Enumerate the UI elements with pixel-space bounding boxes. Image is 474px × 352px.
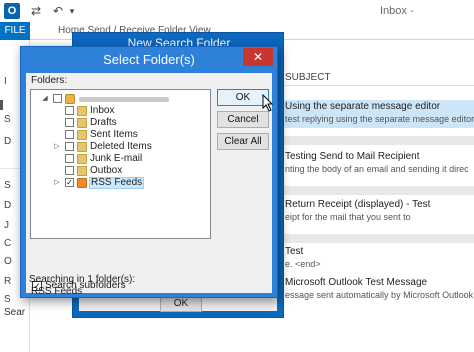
rss-feeds-checkbox[interactable]: ✓ — [65, 178, 74, 187]
message-preview: eipt for the mail that you sent to — [285, 212, 411, 222]
searching-value: RSS Feeds — [31, 286, 83, 297]
message-list: SUBJECT Using the separate message edito… — [277, 40, 474, 352]
message-preview: nting the body of an email and sending i… — [285, 164, 469, 174]
junk-icon — [77, 154, 87, 164]
deleted-items-checkbox[interactable] — [65, 142, 74, 151]
tree-label: Inbox — [90, 105, 115, 116]
folder-tree[interactable]: ◢ Inbox Drafts Sent Items ▷ Deleted Item… — [30, 89, 211, 239]
close-button[interactable]: ✕ — [243, 48, 273, 66]
tree-row-sent-items[interactable]: Sent Items — [31, 129, 209, 141]
expand-icon[interactable]: ▷ — [53, 141, 61, 153]
cancel-button[interactable]: Cancel — [217, 111, 269, 128]
folder-pane-item[interactable]: J — [4, 220, 9, 231]
searching-label: Searching in 1 folder(s): — [29, 274, 136, 285]
message-preview: test replying using the separate message… — [285, 114, 474, 124]
message-subject: Microsoft Outlook Test Message — [285, 277, 428, 288]
message-subject: Testing Send to Mail Recipient — [285, 151, 420, 162]
customize-toolbar-icon[interactable]: ▾ — [64, 3, 80, 19]
select-folders-title: Select Folder(s) — [103, 52, 195, 67]
message-row[interactable]: Testing Send to Mail Recipient nting the… — [277, 150, 474, 178]
folder-pane-item[interactable]: R — [4, 276, 11, 287]
message-subject: Test — [285, 246, 304, 257]
folder-pane-item[interactable]: D — [4, 136, 11, 147]
search-folders-item[interactable]: Sear — [4, 307, 25, 318]
outlook-title-bar: O ⇄ ↶ ▾ Inbox - — [0, 0, 474, 22]
message-row[interactable]: Using the separate message editor test r… — [277, 100, 474, 128]
folder-pane-item[interactable]: S — [4, 114, 11, 125]
selected-folder-indicator — [0, 100, 3, 110]
redacted-mailbox-name — [79, 97, 169, 102]
folder-pane-item[interactable]: I — [4, 76, 7, 87]
expand-icon[interactable]: ▷ — [53, 177, 61, 189]
select-folders-dialog: Select Folder(s) ✕ Folders: ◢ Inbox Draf… — [20, 46, 278, 298]
tree-row-deleted-items[interactable]: ▷ Deleted Items — [31, 141, 209, 153]
tree-label: Sent Items — [90, 129, 138, 140]
subject-column-header[interactable]: SUBJECT — [277, 70, 474, 86]
inbox-checkbox[interactable] — [65, 106, 74, 115]
new-search-folder-ok-button[interactable]: OK — [160, 296, 202, 312]
folder-pane-item[interactable]: S — [4, 180, 11, 191]
message-row[interactable]: Microsoft Outlook Test Message essage se… — [277, 276, 474, 304]
outbox-checkbox[interactable] — [65, 166, 74, 175]
folder-pane-item[interactable]: D — [4, 200, 11, 211]
tree-row-drafts[interactable]: Drafts — [31, 117, 209, 129]
tree-label: Drafts — [90, 117, 117, 128]
group-divider — [277, 186, 474, 195]
group-divider — [277, 136, 474, 145]
tree-row-inbox[interactable]: Inbox — [31, 105, 209, 117]
tree-label-selected: RSS Feeds — [89, 177, 145, 189]
folder-icon — [77, 142, 87, 152]
mouse-pointer-icon — [262, 94, 274, 112]
folder-pane-item[interactable]: C — [4, 238, 11, 249]
message-row[interactable]: Test e. <end> — [277, 245, 474, 273]
tree-row-junk-email[interactable]: Junk E-mail — [31, 153, 209, 165]
message-subject: Return Receipt (displayed) - Test — [285, 199, 431, 210]
tree-label: Outbox — [90, 165, 123, 176]
group-divider — [277, 234, 474, 243]
outbox-icon — [77, 166, 87, 176]
send-receive-icon[interactable]: ⇄ — [28, 3, 44, 19]
tree-label: Deleted Items — [90, 141, 152, 152]
mailbox-checkbox[interactable] — [53, 94, 62, 103]
folder-pane-item[interactable]: O — [4, 256, 12, 267]
folder-pane-item[interactable]: S — [4, 294, 11, 305]
select-folders-body: Folders: ◢ Inbox Drafts Sent Items ▷ Del… — [26, 73, 272, 293]
drafts-icon — [77, 118, 87, 128]
message-preview: e. <end> — [285, 259, 321, 269]
folders-label: Folders: — [31, 75, 68, 86]
drafts-checkbox[interactable] — [65, 118, 74, 127]
message-row[interactable]: Return Receipt (displayed) - Test eipt f… — [277, 198, 474, 226]
rss-icon — [77, 178, 87, 188]
searching-info: Searching in 1 folder(s): RSS Feeds — [29, 274, 269, 297]
message-subject: Using the separate message editor — [285, 101, 441, 112]
folder-icon — [77, 106, 87, 116]
message-preview: essage sent automatically by Microsoft O… — [285, 290, 474, 300]
window-title: Inbox - — [380, 5, 414, 17]
tree-row-rss-feeds[interactable]: ▷ ✓ RSS Feeds — [31, 177, 209, 189]
subject-column-label: SUBJECT — [285, 72, 331, 83]
sent-items-checkbox[interactable] — [65, 130, 74, 139]
folder-icon — [77, 130, 87, 140]
outlook-logo-icon: O — [4, 3, 20, 19]
tree-row-outbox[interactable]: Outbox — [31, 165, 209, 177]
tree-label: Junk E-mail — [90, 153, 143, 164]
tree-row-mailbox[interactable]: ◢ — [31, 93, 209, 105]
file-tab[interactable]: FILE — [0, 22, 30, 40]
collapse-icon[interactable]: ◢ — [41, 93, 49, 105]
junk-email-checkbox[interactable] — [65, 154, 74, 163]
clear-all-button[interactable]: Clear All — [217, 133, 269, 150]
mailbox-icon — [65, 94, 75, 104]
